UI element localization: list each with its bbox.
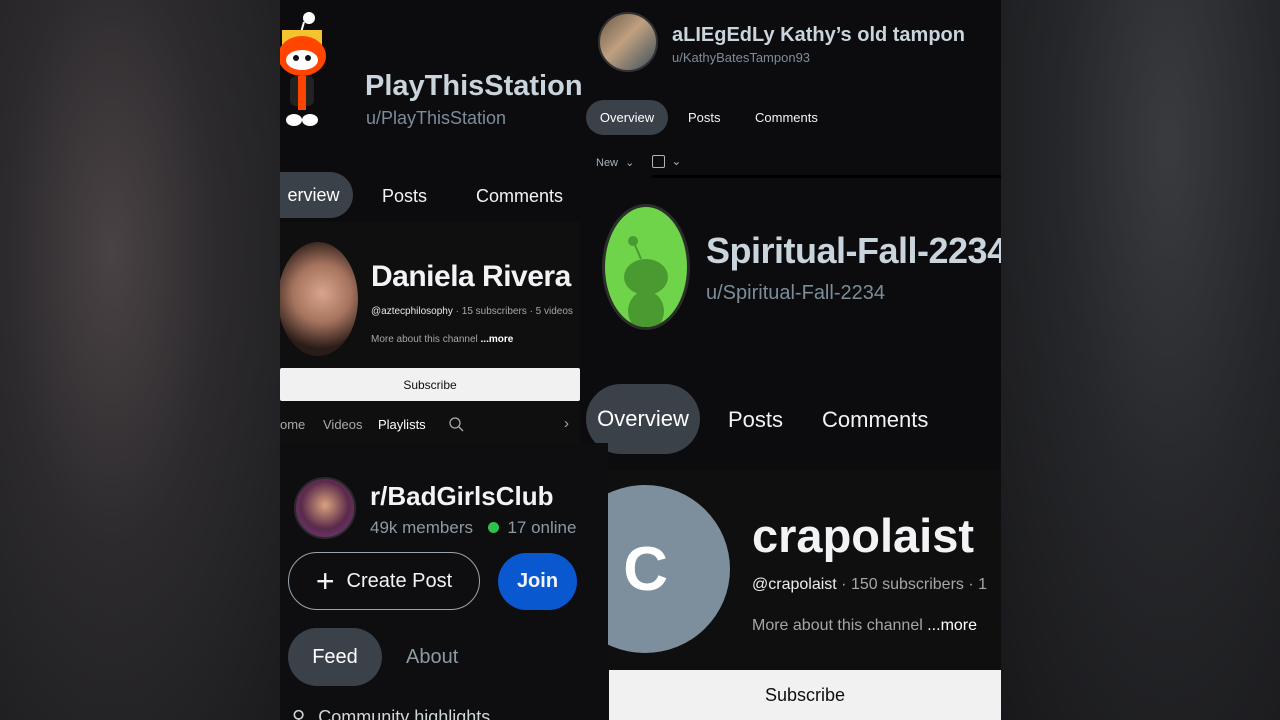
member-stats: 49k members 17 online (370, 518, 576, 538)
tab-comments[interactable]: Comments (476, 186, 563, 207)
blurred-background-right (1001, 0, 1280, 720)
profile-panel-kathy: aLIEgEdLy Kathy’s old tampon u/KathyBate… (586, 0, 1001, 178)
tab-comments[interactable]: Comments (822, 407, 928, 433)
tab-comments[interactable]: Comments (755, 110, 818, 125)
username: u/Spiritual-Fall-2234 (706, 282, 885, 304)
blurred-background-left (0, 0, 280, 720)
channel-avatar[interactable]: C (608, 485, 730, 653)
avatar-letter: C (623, 534, 668, 604)
online-count: 17 online (507, 518, 577, 537)
avatar[interactable] (598, 12, 658, 72)
chevron-right-icon[interactable]: › (564, 415, 569, 432)
subreddit-avatar[interactable] (294, 477, 356, 539)
channel-name: crapolaist (752, 509, 975, 562)
tab-feed[interactable]: Feed (288, 628, 382, 686)
subreddit-name: r/BadGirlsClub (370, 481, 554, 511)
join-button[interactable]: Join (498, 553, 577, 610)
chevron-down-icon: ⌄ (671, 154, 682, 168)
profile-panel-spiritual-fall: Spiritual-Fall-2234 u/Spiritual-Fall-223… (580, 178, 1001, 470)
display-name: aLIEgEdLy Kathy’s old tampon (672, 24, 965, 46)
subscribe-button[interactable]: Subscribe (609, 670, 1001, 720)
tab-videos[interactable]: Videos (323, 417, 363, 432)
snoo-avatar[interactable] (280, 8, 334, 132)
channel-avatar[interactable] (280, 242, 358, 356)
screenshot-collage: PlayThisStation u/PlayThisStation erview… (280, 0, 1001, 720)
plus-icon: + (315, 563, 335, 599)
chevron-down-icon: ⌄ (625, 157, 635, 169)
subreddit-panel-badgirlsclub: r/BadGirlsClub 49k members 17 online + C… (280, 443, 608, 720)
member-count: 49k members (370, 518, 473, 537)
channel-stats: @aztecphilosophy · 15 subscribers · 5 vi… (371, 306, 573, 317)
sort-dropdown[interactable]: New ⌄ (596, 156, 634, 169)
online-dot-icon (487, 522, 499, 533)
tab-about[interactable]: About (406, 646, 458, 669)
create-post-button[interactable]: + Create Post (288, 552, 480, 610)
snoo-avatar[interactable] (602, 204, 690, 330)
display-name: Spiritual-Fall-2234 (706, 230, 1001, 271)
tab-posts[interactable]: Posts (688, 110, 721, 125)
community-highlights: ⚲ Community highlights (292, 707, 490, 720)
subscribe-button[interactable]: Subscribe (280, 368, 580, 401)
view-mode-toggle[interactable]: ⌄ (652, 154, 682, 169)
username: u/PlayThisStation (366, 108, 507, 128)
channel-more[interactable]: More about this channel ...more (371, 334, 513, 345)
channel-name: Daniela Rivera (371, 260, 571, 293)
tab-posts[interactable]: Posts (382, 186, 427, 207)
channel-more[interactable]: More about this channel ...more (752, 617, 977, 635)
profile-panel-playthisstation: PlayThisStation u/PlayThisStation erview… (280, 0, 586, 222)
channel-stats: @crapolaist · 150 subscribers · 1 (752, 576, 987, 594)
channel-panel-crapolaist: C crapolaist @crapolaist · 150 subscribe… (608, 470, 1001, 720)
username: u/KathyBatesTampon93 (672, 50, 811, 65)
tab-home[interactable]: ome (280, 417, 305, 432)
tab-posts[interactable]: Posts (728, 407, 783, 433)
snoo-silhouette-icon (624, 236, 668, 327)
channel-handle: @crapolaist (752, 576, 837, 593)
subscriber-video-count: · 15 subscribers · 5 videos (455, 306, 573, 317)
layout-card-icon (652, 155, 665, 169)
search-icon[interactable] (448, 416, 464, 432)
channel-handle: @aztecphilosophy (371, 306, 453, 317)
tab-overview[interactable]: Overview (586, 100, 668, 135)
subscriber-count: · 150 subscribers · 1 (841, 576, 988, 593)
snoo-mascot-icon (280, 12, 326, 126)
pin-icon: ⚲ (292, 707, 306, 720)
channel-panel-daniela-rivera: Daniela Rivera @aztecphilosophy · 15 sub… (280, 222, 580, 443)
display-name: PlayThisStation (365, 70, 583, 102)
tab-overview[interactable]: erview (280, 172, 353, 218)
tab-playlists[interactable]: Playlists (378, 417, 426, 432)
